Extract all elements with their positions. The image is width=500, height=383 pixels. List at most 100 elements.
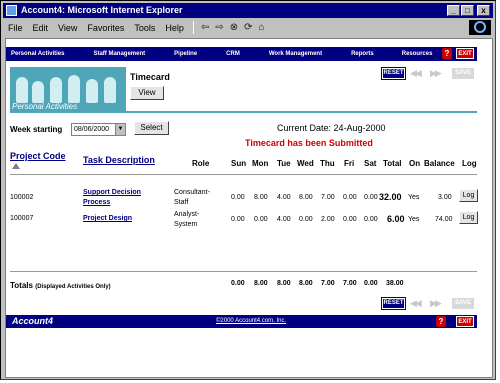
task-description-sort-link[interactable]: Task Description <box>83 155 155 165</box>
save-button-top: SAVE <box>452 68 474 79</box>
prev-week-icon: ◀◀ <box>410 298 422 308</box>
task-line-2[interactable]: Process <box>83 198 141 208</box>
project-code-sort-link[interactable]: Project Code <box>10 151 66 161</box>
tue-cell: 4.00 <box>277 216 291 223</box>
task-line-1[interactable]: Project Design <box>83 214 132 224</box>
prev-week-icon: ◀◀ <box>410 68 422 78</box>
menu-edit[interactable]: Edit <box>28 23 54 33</box>
status-message: Timecard has been Submitted <box>245 138 373 148</box>
reset-button-top[interactable]: RESET <box>381 67 406 80</box>
tue-cell: 4.00 <box>277 194 291 201</box>
task-description-link[interactable]: Support Decision Process <box>83 188 141 208</box>
stop-icon[interactable]: ⊗ <box>227 22 241 33</box>
log-button[interactable]: Log <box>459 211 478 224</box>
sun-header: Sun <box>231 159 247 168</box>
total-cell: 32.00 <box>379 192 402 202</box>
sat-header: Sat <box>364 159 377 168</box>
mon-header: Mon <box>252 159 269 168</box>
role-cell: Analyst- System <box>174 210 199 230</box>
sat-cell: 0.00 <box>364 216 378 223</box>
page-content: Personal Activities Staff Management Pip… <box>5 38 493 378</box>
project-code-cell: 100007 <box>10 215 34 222</box>
role-line-1: Consultant- <box>174 189 210 196</box>
nav-resources[interactable]: Resources <box>402 51 433 57</box>
menu-bar: File Edit View Favorites Tools Help ⇦ ⇨ … <box>3 19 493 36</box>
sat-cell: 0.00 <box>364 194 378 201</box>
current-date: Current Date: 24-Aug-2000 <box>277 123 386 133</box>
nav-crm[interactable]: CRM <box>226 51 240 57</box>
on-cell: Yes <box>408 194 420 201</box>
menu-view[interactable]: View <box>53 23 82 33</box>
help-icon[interactable]: ? <box>436 316 446 327</box>
chevron-down-icon[interactable]: ▼ <box>115 124 125 135</box>
next-week-icon: ▶▶ <box>430 68 442 78</box>
reset-button-bottom[interactable]: RESET <box>381 297 406 310</box>
thu-header: Thu <box>320 159 335 168</box>
exit-button[interactable]: EXIT <box>456 316 474 327</box>
role-line-2: System <box>174 221 198 228</box>
sort-ascending-icon[interactable] <box>12 163 20 169</box>
on-cell: Yes <box>408 216 420 223</box>
mon-cell: 8.00 <box>254 194 268 201</box>
menu-separator <box>192 21 194 34</box>
nav-staff-management[interactable]: Staff Management <box>93 51 145 57</box>
forward-icon[interactable]: ⇨ <box>212 22 226 33</box>
nav-reports[interactable]: Reports <box>351 51 374 57</box>
fri-cell: 0.00 <box>343 194 357 201</box>
copyright-link[interactable]: ©2000 Account4.com, Inc. <box>216 318 286 324</box>
help-icon[interactable]: ? <box>442 48 452 59</box>
nav-work-management[interactable]: Work Management <box>269 51 322 57</box>
title-bar: Account4: Microsoft Internet Explorer _ … <box>3 3 493 18</box>
project-code-header[interactable]: Project Code <box>10 151 66 161</box>
view-button[interactable]: View <box>130 86 164 100</box>
ie-icon <box>6 5 17 16</box>
close-button[interactable]: x <box>477 5 490 16</box>
totals-divider <box>10 271 477 272</box>
home-icon[interactable]: ⌂ <box>256 22 268 33</box>
grand-total: 38.00 <box>386 280 404 287</box>
role-header: Role <box>192 159 210 168</box>
log-header: Log <box>462 159 477 168</box>
menu-favorites[interactable]: Favorites <box>82 23 129 33</box>
task-description-link[interactable]: Project Design <box>83 214 132 224</box>
total-thu: 7.00 <box>321 280 335 287</box>
task-line-1[interactable]: Support Decision <box>83 188 141 198</box>
window-title: Account4: Microsoft Internet Explorer <box>21 5 183 15</box>
total-wed: 8.00 <box>299 280 313 287</box>
total-sat: 0.00 <box>364 280 378 287</box>
fri-header: Fri <box>344 159 355 168</box>
totals-title: Totals <box>10 281 33 290</box>
thu-cell: 2.00 <box>321 216 335 223</box>
exit-button[interactable]: EXIT <box>456 48 474 59</box>
task-description-header[interactable]: Task Description <box>83 155 155 165</box>
footer-bar: Account4 ©2000 Account4.com, Inc. ? EXIT <box>6 315 477 328</box>
total-tue: 8.00 <box>277 280 291 287</box>
nav-pipeline[interactable]: Pipeline <box>174 51 197 57</box>
totals-note: (Displayed Activities Only) <box>35 284 111 290</box>
banner-label: Personal Activities <box>12 102 78 111</box>
balance-cell: 3.00 <box>438 194 452 201</box>
banner-divider <box>10 111 477 113</box>
back-icon[interactable]: ⇦ <box>198 22 212 33</box>
log-button[interactable]: Log <box>459 189 478 202</box>
thu-cell: 7.00 <box>321 194 335 201</box>
mon-cell: 0.00 <box>254 216 268 223</box>
nav-personal-activities[interactable]: Personal Activities <box>11 51 64 57</box>
total-sun: 0.00 <box>231 280 245 287</box>
menu-help[interactable]: Help <box>160 23 189 33</box>
next-week-icon: ▶▶ <box>430 298 442 308</box>
minimize-button[interactable]: _ <box>447 5 460 16</box>
totals-label: Totals (Displayed Activities Only) <box>10 281 111 290</box>
project-code-cell: 100002 <box>10 194 34 201</box>
save-button-bottom: SAVE <box>452 298 474 309</box>
refresh-icon[interactable]: ⟳ <box>241 22 255 33</box>
page-title: Timecard <box>130 72 170 82</box>
role-cell: Consultant- Staff <box>174 188 210 208</box>
maximize-button[interactable]: □ <box>461 5 474 16</box>
total-fri: 7.00 <box>343 280 357 287</box>
menu-tools[interactable]: Tools <box>129 23 160 33</box>
menu-file[interactable]: File <box>3 23 28 33</box>
on-header: On <box>409 159 421 168</box>
select-button[interactable]: Select <box>134 121 169 135</box>
week-starting-select[interactable]: 08/06/2000 ▼ <box>71 123 126 136</box>
